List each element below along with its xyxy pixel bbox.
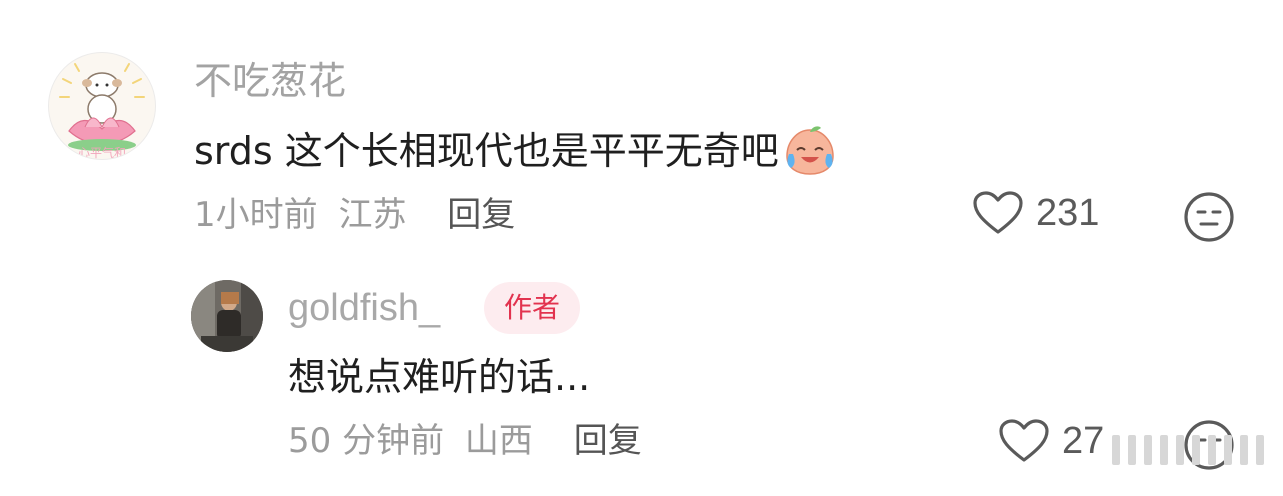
- watermark-mark: [1144, 435, 1152, 465]
- watermark-mark: [1256, 435, 1264, 465]
- neutral-face-icon: [1184, 192, 1234, 242]
- watermark-mark: [1240, 435, 1248, 465]
- watermark: [1112, 430, 1272, 470]
- like-count: 231: [1036, 191, 1100, 234]
- watermark-mark: [1208, 435, 1216, 465]
- author-badge: 作者: [484, 282, 580, 334]
- watermark-mark: [1128, 435, 1136, 465]
- reply-like-count: 27: [1062, 419, 1105, 462]
- comment-text: srds 这个长相现代也是平平无奇吧: [194, 124, 837, 178]
- comment-time: 1小时前: [194, 195, 318, 235]
- watermark-mark: [1224, 435, 1232, 465]
- watermark-mark: [1176, 435, 1184, 465]
- comment-location: 江苏: [338, 195, 407, 235]
- comment-username[interactable]: 不吃葱花: [194, 58, 346, 104]
- watermark-mark: [1192, 435, 1200, 465]
- dislike-button[interactable]: [1182, 190, 1236, 244]
- avatar[interactable]: 心平气和: [48, 52, 156, 160]
- heart-outline-icon: [999, 419, 1049, 462]
- comment-meta: 1小时前 江苏 回复: [194, 192, 515, 238]
- crying-laughing-emoji-icon: [783, 124, 837, 178]
- reply-location: 山西: [464, 421, 533, 461]
- watermark-mark: [1112, 435, 1120, 465]
- photo-avatar-icon: [191, 280, 263, 352]
- reply-username[interactable]: goldfish_: [288, 284, 440, 332]
- like-button[interactable]: 231: [972, 190, 1099, 236]
- comment-text-content: srds 这个长相现代也是平平无奇吧: [194, 129, 779, 173]
- reply-meta: 50 分钟前 山西 回复: [288, 418, 642, 464]
- lotus-sheep-avatar-icon: 心平气和: [59, 63, 145, 159]
- heart-outline-icon: [973, 191, 1023, 234]
- reply-text: 想说点难听的话...: [288, 355, 591, 399]
- watermark-mark: [1160, 435, 1168, 465]
- svg-text:心平气和: 心平气和: [78, 145, 126, 159]
- reply-avatar[interactable]: [191, 280, 263, 352]
- reply-time: 50 分钟前: [288, 421, 445, 461]
- reply-reply-button[interactable]: 回复: [574, 421, 642, 461]
- reply-button[interactable]: 回复: [447, 195, 515, 235]
- reply-like-button[interactable]: 27: [998, 418, 1104, 464]
